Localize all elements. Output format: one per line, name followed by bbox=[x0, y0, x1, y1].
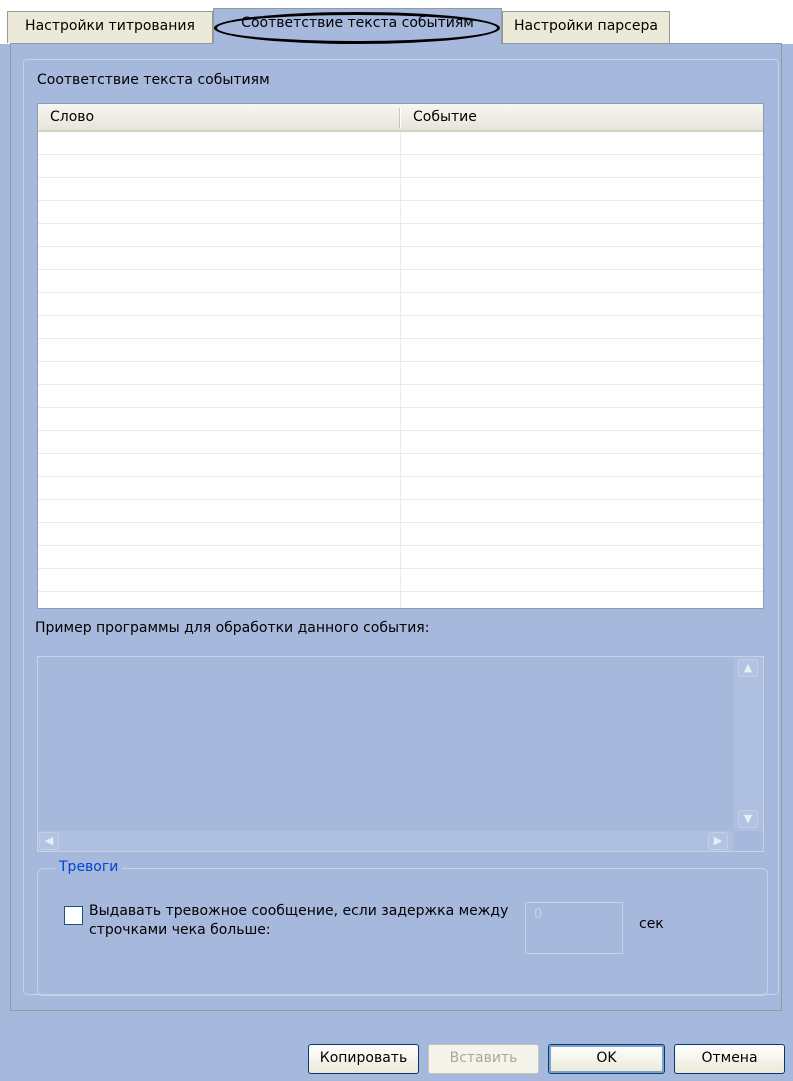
table-cell-word[interactable] bbox=[38, 477, 401, 499]
alarm-delay-checkbox[interactable] bbox=[64, 906, 83, 925]
scrollbar-corner bbox=[734, 831, 763, 851]
paste-button[interactable]: Вставить bbox=[428, 1044, 539, 1074]
table-row[interactable] bbox=[38, 339, 763, 362]
table-row[interactable] bbox=[38, 385, 763, 408]
table-row[interactable] bbox=[38, 247, 763, 270]
table-row[interactable] bbox=[38, 408, 763, 431]
tab-text-event-mapping[interactable]: Соответствие текста событиям bbox=[213, 8, 502, 44]
table-row[interactable] bbox=[38, 270, 763, 293]
table-cell-word[interactable] bbox=[38, 362, 401, 384]
table-row[interactable] bbox=[38, 362, 763, 385]
table-row[interactable] bbox=[38, 132, 763, 155]
mapping-table[interactable]: Слово Событие bbox=[37, 103, 764, 609]
alarm-delay-input[interactable]: 0 bbox=[525, 902, 623, 954]
scroll-right-icon[interactable]: ▶ bbox=[708, 832, 728, 850]
example-program-textarea[interactable]: ▲ ▼ ◀ ▶ bbox=[37, 656, 764, 852]
table-cell-word[interactable] bbox=[38, 155, 401, 177]
table-row[interactable] bbox=[38, 178, 763, 201]
ok-button[interactable]: OK bbox=[548, 1044, 665, 1074]
column-header-event[interactable]: Событие bbox=[401, 104, 763, 132]
table-cell-word[interactable] bbox=[38, 132, 401, 154]
table-cell-word[interactable] bbox=[38, 270, 401, 292]
table-row[interactable] bbox=[38, 523, 763, 546]
table-row[interactable] bbox=[38, 316, 763, 339]
alarms-group-title: Тревоги bbox=[55, 859, 123, 875]
scroll-left-icon[interactable]: ◀ bbox=[39, 832, 59, 850]
copy-button[interactable]: Копировать bbox=[308, 1044, 419, 1074]
table-row[interactable] bbox=[38, 293, 763, 316]
table-cell-word[interactable] bbox=[38, 408, 401, 430]
tab-captioning-settings[interactable]: Настройки титрования bbox=[7, 11, 213, 43]
table-row[interactable] bbox=[38, 155, 763, 178]
column-header-word[interactable]: Слово bbox=[38, 104, 399, 132]
table-cell-word[interactable] bbox=[38, 546, 401, 568]
table-row[interactable] bbox=[38, 454, 763, 477]
scroll-down-icon[interactable]: ▼ bbox=[738, 810, 758, 828]
table-cell-word[interactable] bbox=[38, 523, 401, 545]
alarm-delay-label[interactable]: Выдавать тревожное сообщение, если задер… bbox=[89, 902, 509, 940]
table-row[interactable] bbox=[38, 500, 763, 523]
table-header: Слово Событие bbox=[38, 104, 763, 132]
table-body[interactable] bbox=[38, 132, 763, 608]
scroll-up-icon[interactable]: ▲ bbox=[738, 659, 758, 677]
tab-parser-settings[interactable]: Настройки парсера bbox=[502, 11, 670, 43]
cancel-button[interactable]: Отмена bbox=[674, 1044, 785, 1074]
table-cell-word[interactable] bbox=[38, 247, 401, 269]
table-cell-word[interactable] bbox=[38, 201, 401, 223]
table-cell-word[interactable] bbox=[38, 339, 401, 361]
table-cell-word[interactable] bbox=[38, 293, 401, 315]
table-row[interactable] bbox=[38, 224, 763, 247]
mapping-section-title: Соответствие текста событиям bbox=[37, 72, 270, 88]
table-row[interactable] bbox=[38, 569, 763, 592]
table-row[interactable] bbox=[38, 546, 763, 569]
table-cell-word[interactable] bbox=[38, 500, 401, 522]
vertical-scrollbar[interactable]: ▲ ▼ bbox=[734, 657, 763, 831]
table-cell-word[interactable] bbox=[38, 316, 401, 338]
table-cell-word[interactable] bbox=[38, 431, 401, 453]
table-cell-word[interactable] bbox=[38, 454, 401, 476]
table-cell-word[interactable] bbox=[38, 224, 401, 246]
table-cell-word[interactable] bbox=[38, 569, 401, 591]
table-row[interactable] bbox=[38, 477, 763, 500]
table-row[interactable] bbox=[38, 431, 763, 454]
horizontal-scrollbar[interactable]: ◀ ▶ bbox=[38, 831, 734, 851]
table-row[interactable] bbox=[38, 201, 763, 224]
example-program-label: Пример программы для обработки данного с… bbox=[35, 620, 430, 636]
table-row[interactable] bbox=[38, 592, 763, 608]
table-cell-word[interactable] bbox=[38, 385, 401, 407]
table-cell-word[interactable] bbox=[38, 178, 401, 200]
alarm-delay-unit: сек bbox=[639, 916, 664, 932]
table-cell-word[interactable] bbox=[38, 592, 401, 608]
